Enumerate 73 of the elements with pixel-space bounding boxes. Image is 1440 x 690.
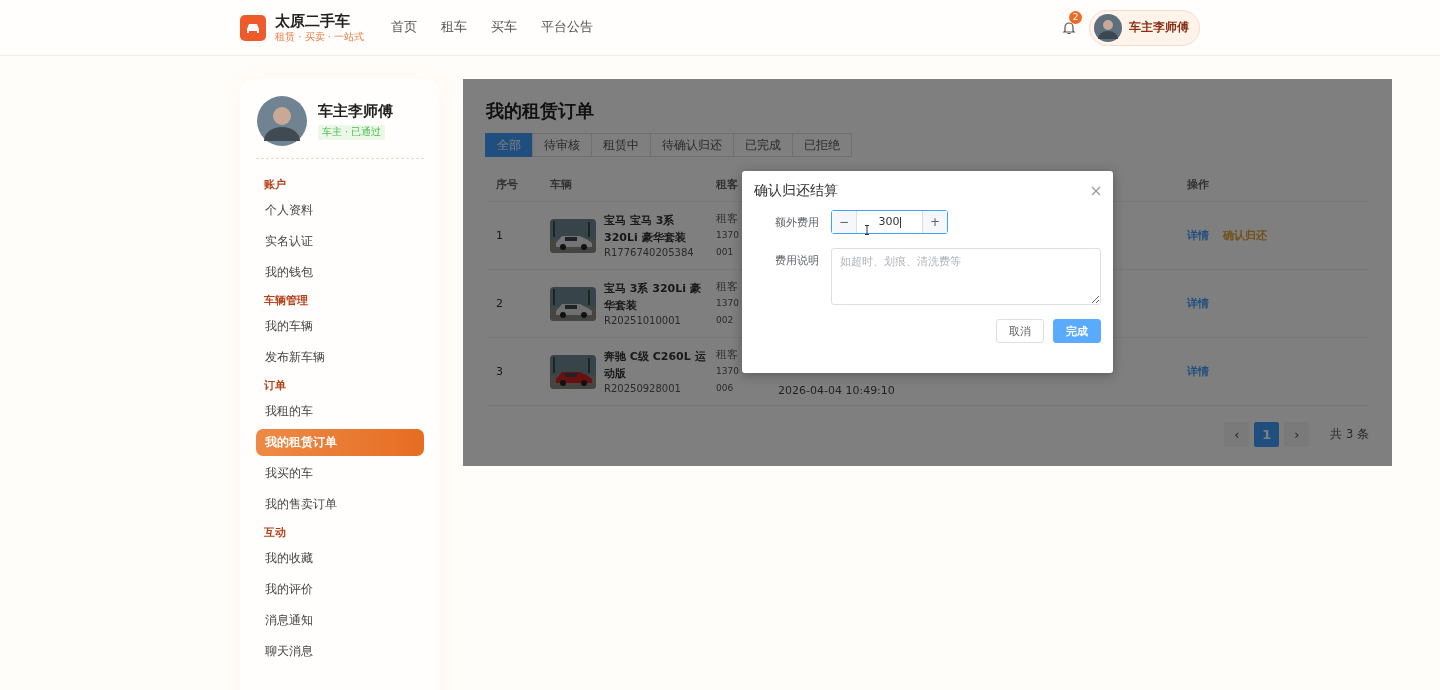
dialog-title: 确认归还结算 (754, 182, 838, 200)
table-cell-text: 2 (495, 297, 504, 310)
brand-subtitle: 租赁 · 买卖 · 一站式 (275, 30, 365, 43)
car-name: 奔驰 C级 C260L 运动版 (604, 348, 706, 382)
renter-name: 租客 (716, 347, 739, 363)
filter-tab[interactable]: 待审核 (532, 133, 592, 157)
sidebar-item[interactable]: 我的收藏 (256, 545, 424, 572)
filter-tab[interactable]: 已拒绝 (792, 133, 852, 157)
cancel-button[interactable]: 取消 (996, 319, 1044, 343)
avatar-icon (1094, 13, 1122, 42)
car-logo-icon[interactable] (240, 14, 266, 41)
section-heading: 互动 (263, 526, 287, 540)
brand-title: 太原二手车 (275, 12, 351, 30)
next-page-button[interactable]: › (1284, 422, 1310, 447)
column-header: 操作 (1187, 178, 1209, 191)
close-button[interactable] (1091, 186, 1101, 196)
renter-phone: 1370 (716, 365, 740, 378)
avatar-icon (257, 96, 307, 146)
renter-name: 租客 (716, 211, 739, 227)
nav-link[interactable]: 首页 (391, 19, 418, 36)
field-label: 额外费用 (774, 215, 820, 230)
increase-button[interactable]: + (922, 211, 947, 233)
car-code: R20250928001 (604, 381, 682, 396)
renter-phone: 001 (716, 246, 735, 259)
field-label: 费用说明 (774, 253, 820, 268)
column-header: 车辆 (550, 178, 572, 191)
filter-tab[interactable]: 已完成 (733, 133, 793, 157)
fee-value[interactable]: 300 (857, 211, 922, 233)
section-heading: 订单 (263, 379, 287, 393)
renter-phone: 1370 (716, 297, 740, 310)
table-cell-text: 1 (495, 229, 504, 242)
sidebar-item[interactable]: 聊天消息 (256, 638, 424, 665)
nav-link[interactable]: 买车 (491, 19, 518, 36)
sidebar-item[interactable]: 我租的车 (256, 398, 424, 425)
status-badge: 车主 · 已通过 (318, 125, 386, 140)
renter-phone: 002 (716, 314, 735, 327)
sidebar-item[interactable]: 我的车辆 (256, 313, 424, 340)
sidebar-item[interactable]: 我的钱包 (256, 259, 424, 286)
car-name: 宝马 3系 320Li 豪华套装 (604, 280, 702, 314)
sidebar-item[interactable]: 实名认证 (256, 228, 424, 255)
text-cursor-icon (864, 225, 870, 235)
fee-description-field[interactable]: 如超时、划痕、清洗费等 (831, 248, 1101, 305)
nav-link[interactable]: 平台公告 (541, 19, 594, 36)
renter-phone: 006 (716, 382, 735, 395)
nav-link[interactable]: 租车 (441, 19, 468, 36)
profile-name: 车主李师傅 (318, 102, 393, 121)
total-count: 共 3 条 (1330, 427, 1369, 442)
sidebar-item[interactable]: 我的评价 (256, 576, 424, 603)
user-menu-button[interactable]: 车主李师傅 (1089, 9, 1200, 46)
rental-time: 2026-04-04 10:49:10 (778, 384, 895, 397)
car-name: 宝马 宝马 3系 320Li 豪华套装 (604, 212, 687, 246)
section-heading: 账户 (263, 178, 287, 192)
page-title: 我的租赁订单 (486, 100, 595, 123)
sidebar-item[interactable]: 发布新车辆 (256, 344, 424, 371)
section-heading: 车辆管理 (263, 294, 309, 308)
prev-page-button[interactable]: ‹ (1224, 422, 1250, 447)
renter-name: 租客 (716, 279, 739, 295)
filter-tab[interactable]: 待确认归还 (650, 133, 734, 157)
renter-phone: 1370 (716, 229, 740, 242)
column-header: 租客 (716, 178, 738, 191)
sidebar-item[interactable]: 个人资料 (256, 197, 424, 224)
sidebar-item[interactable]: 我买的车 (256, 460, 424, 487)
sidebar-item[interactable]: 我的售卖订单 (256, 491, 424, 518)
notification-badge: 2 (1069, 10, 1082, 24)
car-code: R20251010001 (604, 313, 682, 328)
table-cell-text: 3 (495, 365, 504, 378)
fee-stepper[interactable]: − 300 + (831, 210, 948, 234)
column-header: 序号 (496, 178, 518, 191)
decrease-button[interactable]: − (832, 211, 857, 233)
bell-icon[interactable] (1061, 19, 1077, 36)
car-code: R1776740205384 (604, 245, 695, 260)
sidebar-item[interactable]: 消息通知 (256, 607, 424, 634)
filter-tab[interactable]: 租赁中 (591, 133, 651, 157)
